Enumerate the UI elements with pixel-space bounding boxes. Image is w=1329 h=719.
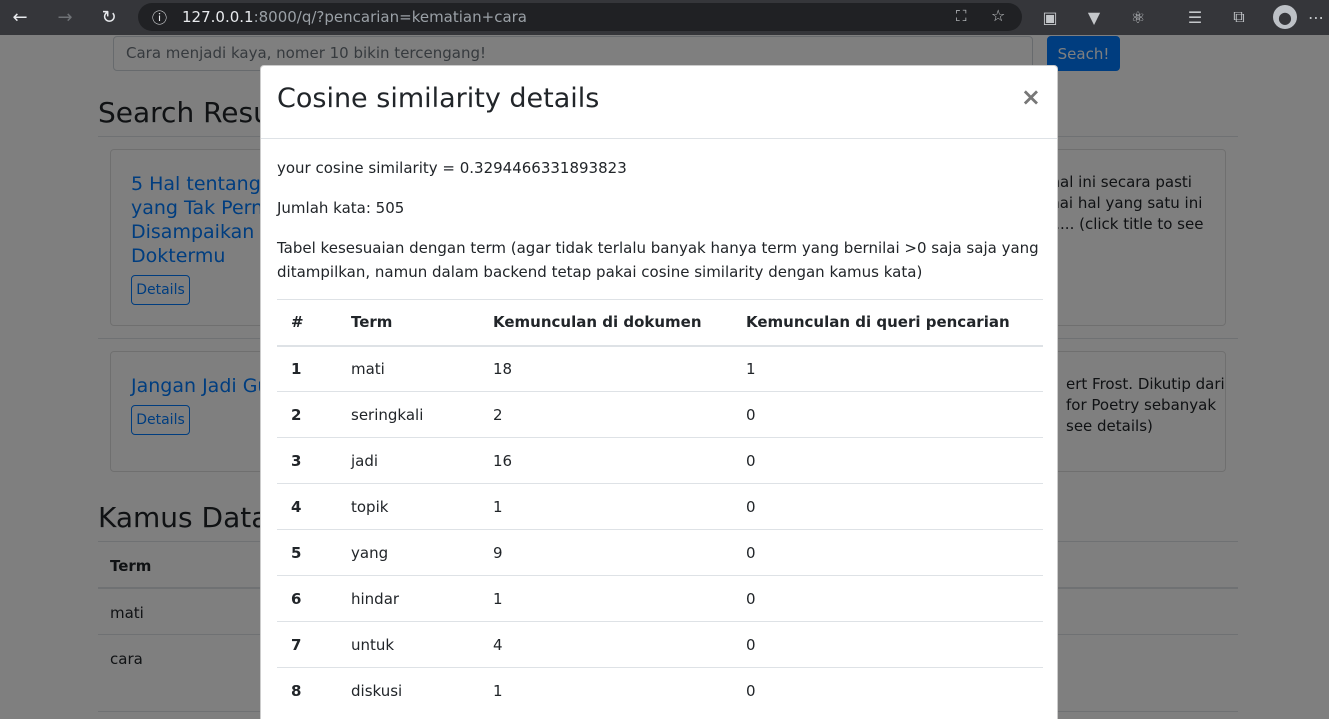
term-cell: topik [337, 483, 479, 530]
react-devtools-icon[interactable]: ⚛ [1127, 6, 1149, 28]
url-text: 127.0.0.1:8000/q/?pencarian=kematian+car… [182, 8, 527, 26]
doc-count-cell: 9 [479, 529, 732, 576]
table-row: 8 diskusi 1 0 [277, 667, 1043, 714]
term-cell: diskusi [337, 667, 479, 714]
row-number: 4 [277, 483, 337, 530]
table-row: 3 jadi 16 0 [277, 437, 1043, 484]
table-header-row: # Term Kemunculan di dokumen Kemunculan … [277, 299, 1043, 347]
query-count-cell: 0 [732, 391, 1043, 438]
query-count-cell: 0 [732, 575, 1043, 622]
row-number: 6 [277, 575, 337, 622]
row-number: 5 [277, 529, 337, 576]
more-menu-icon[interactable]: ⋯ [1308, 6, 1324, 28]
column-header: Kemunculan di dokumen [479, 299, 732, 347]
query-count-cell: 0 [732, 437, 1043, 484]
row-number: 2 [277, 391, 337, 438]
query-count-cell: 0 [732, 621, 1043, 668]
table-row: 5 yang 9 0 [277, 529, 1043, 576]
row-number: 8 [277, 667, 337, 714]
column-header: Kemunculan di queri pencarian [732, 299, 1043, 347]
modal-title: Cosine similarity details [277, 83, 600, 114]
term-cell: mati [337, 345, 479, 392]
profile-avatar-icon[interactable]: ● [1273, 5, 1297, 29]
word-count-text: Jumlah kata: 505 [277, 199, 405, 217]
term-cell: seringkali [337, 391, 479, 438]
table-row: 6 hindar 1 0 [277, 575, 1043, 622]
browser-toolbar: ← → ↻ ⓘ 127.0.0.1:8000/q/?pencarian=kema… [0, 0, 1329, 35]
column-header: Term [337, 299, 479, 347]
address-bar[interactable]: ⓘ 127.0.0.1:8000/q/?pencarian=kematian+c… [138, 3, 1022, 31]
column-header: # [277, 299, 337, 347]
info-icon[interactable]: ⓘ [152, 7, 167, 28]
collections-icon[interactable]: ⧉ [1228, 6, 1250, 28]
similarity-text: your cosine similarity = 0.3294466331893… [277, 159, 627, 177]
modal-header: Cosine similarity details × [261, 66, 1057, 139]
term-cell: yang [337, 529, 479, 576]
extension-icon[interactable]: ▣ [1039, 6, 1061, 28]
doc-count-cell: 16 [479, 437, 732, 484]
favorites-list-icon[interactable]: ☰ [1184, 6, 1206, 28]
favorite-star-icon[interactable]: ☆ [991, 6, 1005, 25]
query-count-cell: 0 [732, 529, 1043, 576]
term-cell: hindar [337, 575, 479, 622]
back-arrow-icon[interactable]: ← [9, 6, 31, 28]
vue-devtools-icon[interactable]: ▼ [1083, 6, 1105, 28]
table-row: 4 topik 1 0 [277, 483, 1043, 530]
row-number: 1 [277, 345, 337, 392]
forward-arrow-icon[interactable]: → [54, 6, 76, 28]
doc-count-cell: 1 [479, 575, 732, 622]
row-number: 3 [277, 437, 337, 484]
doc-count-cell: 1 [479, 667, 732, 714]
query-count-cell: 0 [732, 483, 1043, 530]
table-row: 7 untuk 4 0 [277, 621, 1043, 668]
close-icon[interactable]: × [1021, 83, 1041, 111]
term-cell: jadi [337, 437, 479, 484]
doc-count-cell: 1 [479, 483, 732, 530]
row-number: 7 [277, 621, 337, 668]
query-count-cell: 1 [732, 345, 1043, 392]
table-row: 1 mati 18 1 [277, 345, 1043, 392]
doc-count-cell: 18 [479, 345, 732, 392]
query-count-cell: 0 [732, 667, 1043, 714]
table-row: 2 seringkali 2 0 [277, 391, 1043, 438]
term-table: # Term Kemunculan di dokumen Kemunculan … [277, 299, 1043, 714]
doc-count-cell: 4 [479, 621, 732, 668]
reload-icon[interactable]: ↻ [98, 6, 120, 28]
explanation-text: Tabel kesesuaian dengan term (agar tidak… [277, 239, 1039, 281]
cosine-details-modal: Cosine similarity details × your cosine … [260, 65, 1058, 719]
translate-icon[interactable]: ⛶ [956, 7, 967, 25]
doc-count-cell: 2 [479, 391, 732, 438]
term-cell: untuk [337, 621, 479, 668]
